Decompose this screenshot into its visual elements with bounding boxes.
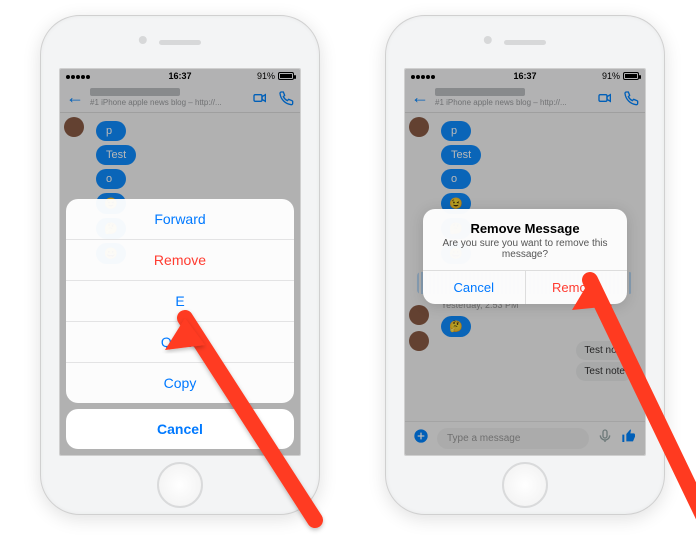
alert-remove[interactable]: Remove [525,271,628,304]
phone-right: 16:37 91% ← #1 iPhone apple news blog – … [385,15,665,515]
confirm-dialog: Remove Message Are you sure you want to … [423,209,627,304]
screen-right: 16:37 91% ← #1 iPhone apple news blog – … [404,68,646,456]
home-button[interactable] [157,462,203,508]
alert-body: Are you sure you want to remove this mes… [423,238,627,270]
action-remove[interactable]: Remove [66,239,294,280]
action-quote[interactable]: Quote [66,321,294,362]
action-edit[interactable]: E [66,280,294,321]
alert-cancel[interactable]: Cancel [423,271,525,304]
phone-camera [139,36,147,44]
phone-left: 16:37 91% ← #1 iPhone apple news blog – … [40,15,320,515]
action-forward[interactable]: Forward [66,199,294,239]
alert-title: Remove Message [423,209,627,238]
screen-left: 16:37 91% ← #1 iPhone apple news blog – … [59,68,301,456]
action-copy[interactable]: Copy [66,362,294,403]
action-cancel[interactable]: Cancel [66,409,294,449]
action-sheet: Forward Remove E Quote Copy Cancel [66,199,294,449]
phone-speaker [159,40,201,45]
phone-camera [484,36,492,44]
home-button[interactable] [502,462,548,508]
phone-speaker [504,40,546,45]
